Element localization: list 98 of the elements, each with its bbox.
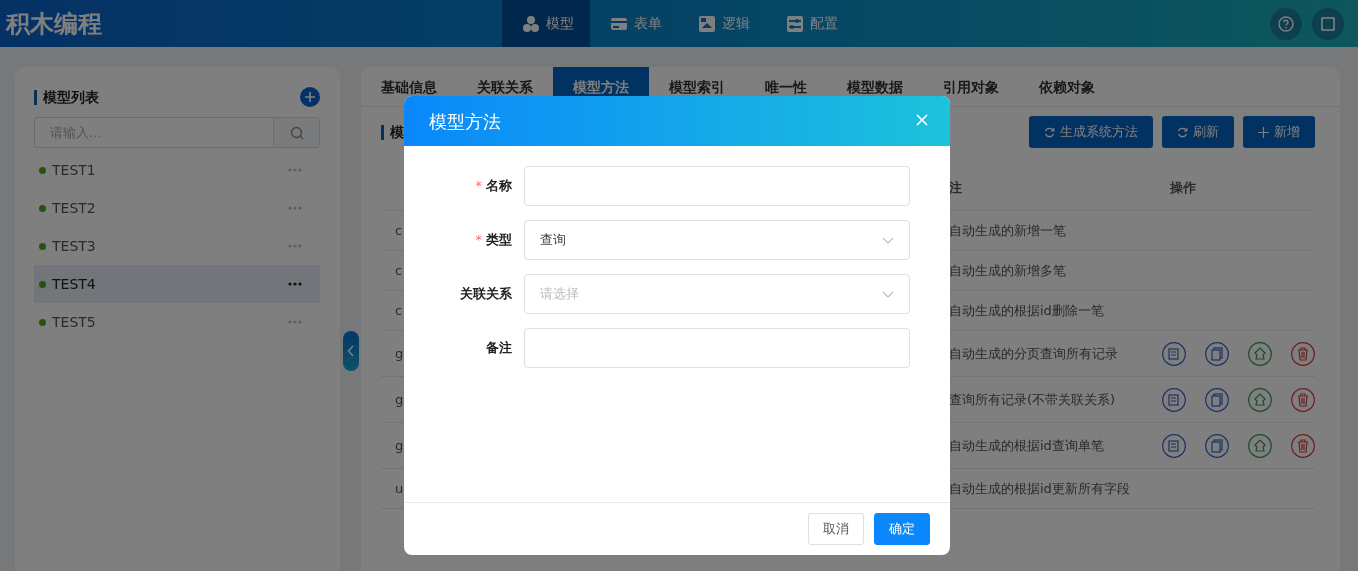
trash-icon [1291, 341, 1315, 366]
table-cell-text: g [394, 344, 404, 363]
help-button[interactable] [1270, 7, 1302, 40]
delete-button[interactable] [1291, 341, 1315, 366]
more-icon [288, 168, 302, 173]
tab[interactable]: 模型数据 [827, 67, 923, 107]
status-dot [39, 280, 46, 288]
item-label: TEST2 [52, 198, 96, 218]
edit-button[interactable] [1162, 387, 1186, 412]
column-header: 操作 [1169, 179, 1196, 198]
table-cell-text: g [394, 436, 404, 455]
tab[interactable]: 唯一性 [745, 67, 827, 107]
search-button[interactable] [273, 118, 319, 147]
sliders-icon [786, 14, 804, 33]
nav-tab[interactable]: 模型 [502, 0, 590, 47]
status-dot [39, 166, 46, 174]
cancel-button[interactable]: 取消 [808, 513, 864, 545]
copy-icon [1205, 341, 1229, 366]
item-label: TEST5 [52, 312, 96, 332]
copy-icon [1205, 387, 1229, 412]
item-label: TEST1 [52, 160, 96, 180]
tab[interactable]: 基础信息 [361, 67, 457, 107]
delete-button[interactable] [1291, 387, 1315, 412]
input-field[interactable] [524, 166, 910, 206]
table-cell-text: 查询所有记录(不带关联关系) [948, 390, 1116, 409]
square-icon [1321, 16, 1335, 31]
status-dot [39, 318, 46, 326]
edit-icon [1162, 433, 1186, 458]
chevron-left-icon [347, 345, 355, 357]
table-cell-text: 自动生成的新增多笔 [948, 261, 1066, 280]
status-dot [39, 204, 46, 212]
nav-tab[interactable]: 逻辑 [678, 0, 766, 47]
item-label: TEST3 [52, 236, 96, 256]
add-button[interactable] [300, 87, 320, 107]
edit-icon [1162, 341, 1186, 366]
model-item[interactable]: TEST1 [34, 151, 320, 190]
nav-tab[interactable]: 表单 [590, 0, 678, 47]
close-button[interactable] [916, 114, 930, 128]
toolbar-button[interactable]: 生成系统方法 [1029, 116, 1153, 148]
status-dot [39, 242, 46, 250]
confirm-button[interactable]: 确定 [874, 513, 930, 545]
plus-icon [1258, 126, 1269, 138]
trash-icon [1291, 387, 1315, 412]
table-cell-text: c [394, 261, 403, 280]
model-item[interactable]: TEST5 [34, 303, 320, 342]
tab[interactable]: 依赖对象 [1019, 67, 1115, 107]
model-item[interactable]: TEST3 [34, 227, 320, 266]
edit-icon [1162, 387, 1186, 412]
copy-button[interactable] [1205, 341, 1229, 366]
dialog-title: 模型方法 [429, 109, 501, 134]
select-field[interactable]: 请选择 [524, 274, 910, 314]
edit-button[interactable] [1162, 341, 1186, 366]
copy-button[interactable] [1205, 433, 1229, 458]
collapse-handle[interactable] [343, 331, 359, 371]
app-title: 积木编程 [4, 8, 103, 40]
field-label: 备注 [485, 339, 512, 358]
toolbar-button[interactable]: 新增 [1243, 116, 1315, 148]
copy-button[interactable] [1205, 387, 1229, 412]
field-label: * 类型 [474, 231, 512, 250]
refresh-icon [1177, 126, 1188, 138]
field-label: 关联关系 [459, 285, 512, 304]
more-icon [288, 320, 302, 325]
tab[interactable]: 引用对象 [923, 67, 1019, 107]
table-cell-text: 自动生成的根据id查询单笔 [948, 436, 1104, 455]
fullscreen-button[interactable] [1312, 7, 1344, 40]
tab[interactable]: 关联关系 [457, 67, 553, 107]
select-field[interactable]: 查询 [524, 220, 910, 260]
cubes-icon [522, 14, 540, 33]
nav-tab[interactable]: 配置 [766, 0, 854, 47]
table-cell-text: c [394, 221, 403, 240]
panel-title: 模型列表 [34, 89, 99, 105]
field-label: * 名称 [474, 177, 512, 196]
column-header: 注 [948, 179, 962, 198]
chevron-down-icon [882, 236, 894, 244]
more-icon [288, 282, 302, 287]
model-item[interactable]: TEST4 [34, 265, 320, 304]
tab[interactable]: 模型索引 [649, 67, 745, 107]
table-cell-text: 自动生成的根据id更新所有字段 [948, 479, 1130, 498]
edit-button[interactable] [1162, 433, 1186, 458]
input-field[interactable] [524, 328, 910, 368]
table-cell-text: 自动生成的分页查询所有记录 [948, 344, 1118, 363]
chevron-down-icon [882, 290, 894, 298]
item-label: TEST4 [52, 274, 96, 294]
copy-icon [1205, 433, 1229, 458]
close-icon [916, 114, 928, 126]
table-cell-text: u [394, 479, 404, 498]
toolbar-button[interactable]: 刷新 [1162, 116, 1234, 148]
search-icon [289, 125, 304, 140]
plus-icon [305, 92, 315, 102]
more-icon [288, 206, 302, 211]
table-cell-text: c [394, 301, 403, 320]
model-item[interactable]: TEST2 [34, 189, 320, 228]
table-cell-text: g [394, 390, 404, 409]
more-icon [288, 244, 302, 249]
refresh-icon [1044, 126, 1055, 138]
help-icon [1278, 15, 1294, 32]
delete-button[interactable] [1291, 433, 1315, 458]
trash-icon [1291, 433, 1315, 458]
